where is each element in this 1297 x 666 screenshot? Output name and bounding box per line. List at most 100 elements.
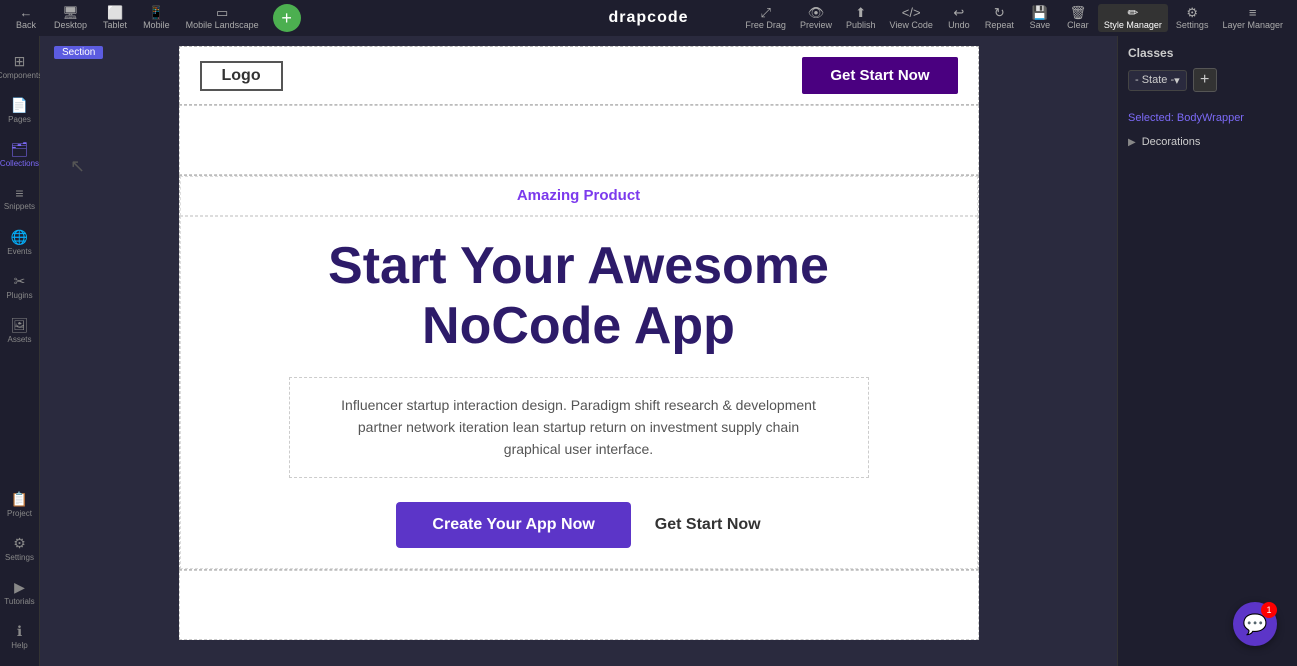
hero-content: Start Your Awesome NoCode App Influencer… <box>180 216 978 569</box>
sidebar-item-plugins[interactable]: ✂ Plugins <box>0 264 40 308</box>
sidebar-bottom: 📋 Project ⚙ Settings ▶ Tutorials ℹ Help <box>0 482 40 658</box>
components-icon: ⊞ <box>14 53 26 70</box>
back-button[interactable]: ← Back <box>8 4 44 32</box>
add-class-icon: + <box>1200 71 1209 89</box>
logo-text: Logo <box>222 67 261 84</box>
chevron-right-icon: ▶ <box>1128 137 1136 148</box>
right-panel-title: Classes <box>1128 46 1287 60</box>
clear-button[interactable]: 🗑 Clear <box>1060 4 1096 32</box>
create-app-button[interactable]: Create Your App Now <box>396 502 630 548</box>
logo-box: Logo <box>200 61 283 91</box>
help-label: Help <box>11 642 27 650</box>
save-icon: 💾 <box>1032 6 1048 19</box>
desktop-button[interactable]: 🖥 Desktop <box>48 4 93 32</box>
free-drag-label: Free Drag <box>745 20 786 30</box>
sidebar-item-project[interactable]: 📋 Project <box>0 482 40 526</box>
layer-manager-label: Layer Manager <box>1222 20 1283 30</box>
back-label: Back <box>16 20 36 30</box>
amazing-label: Amazing Product <box>517 187 640 204</box>
bottom-section <box>179 570 979 640</box>
tablet-button[interactable]: ⬜ Tablet <box>97 4 133 32</box>
plugins-label: Plugins <box>6 292 32 300</box>
sidebar-item-components[interactable]: ⊞ Components <box>0 44 40 88</box>
mobile-landscape-label: Mobile Landscape <box>186 20 259 30</box>
collections-icon: 🗂 <box>11 141 29 158</box>
nav-section: Logo Get Start Now <box>179 46 979 105</box>
chat-badge: 1 <box>1261 602 1277 618</box>
publish-label: Publish <box>846 20 876 30</box>
left-sidebar: ⊞ Components 📄 Pages 🗂 Collections ≡ Sni… <box>0 36 40 666</box>
toolbar-right: ⤢ Free Drag 👁 Preview ⬆ Publish </> View… <box>739 4 1289 32</box>
sidebar-item-pages[interactable]: 📄 Pages <box>0 88 40 132</box>
pages-label: Pages <box>8 116 31 124</box>
hero-buttons: Create Your App Now Get Start Now <box>396 502 760 548</box>
settings-icon: ⚙ <box>1186 6 1198 19</box>
events-icon: 🌐 <box>11 229 28 246</box>
clear-icon: 🗑 <box>1070 6 1087 19</box>
decorations-row[interactable]: ▶ Decorations <box>1128 136 1287 148</box>
sidebar-item-settings[interactable]: ⚙ Settings <box>0 526 40 570</box>
settings-sidebar-icon: ⚙ <box>13 535 26 552</box>
undo-icon: ↩ <box>953 6 964 19</box>
decorations-label: Decorations <box>1142 136 1201 148</box>
chat-bubble[interactable]: 💬 1 <box>1233 602 1277 646</box>
hero-title: Start Your Awesome NoCode App <box>328 237 829 357</box>
repeat-button[interactable]: ↻ Repeat <box>979 4 1020 32</box>
canvas-content: Logo Get Start Now Amazing Product Start… <box>179 46 979 640</box>
back-icon: ← <box>20 6 33 19</box>
sidebar-item-assets[interactable]: 🖼 Assets <box>0 308 40 352</box>
assets-label: Assets <box>7 336 31 344</box>
events-label: Events <box>7 248 31 256</box>
brand-name: drapcode <box>608 9 688 26</box>
hero-description: Influencer startup interaction design. P… <box>289 377 869 478</box>
hero-desc-text: Influencer startup interaction design. P… <box>341 397 816 458</box>
mobile-landscape-icon: ▭ <box>216 6 228 19</box>
repeat-icon: ↻ <box>994 6 1005 19</box>
layer-manager-icon: ≡ <box>1249 6 1257 19</box>
sidebar-item-tutorials[interactable]: ▶ Tutorials <box>0 570 40 614</box>
tutorials-label: Tutorials <box>4 598 34 606</box>
section-tag: Section <box>54 46 103 59</box>
layer-manager-button[interactable]: ≡ Layer Manager <box>1216 4 1289 32</box>
sidebar-item-collections[interactable]: 🗂 Collections <box>0 132 40 176</box>
sidebar-item-help[interactable]: ℹ Help <box>0 614 40 658</box>
canvas-area[interactable]: Section Logo Get Start Now Amazing Produ… <box>40 36 1117 666</box>
settings-button[interactable]: ⚙ Settings <box>1170 4 1215 32</box>
project-label: Project <box>7 510 32 518</box>
undo-button[interactable]: ↩ Undo <box>941 4 977 32</box>
tablet-label: Tablet <box>103 20 127 30</box>
collections-label: Collections <box>0 160 39 168</box>
amazing-label-row: Amazing Product <box>180 176 978 216</box>
snippets-icon: ≡ <box>15 185 23 201</box>
save-button[interactable]: 💾 Save <box>1022 4 1058 32</box>
nav-get-start-button[interactable]: Get Start Now <box>802 57 957 94</box>
mobile-icon: 📱 <box>148 6 164 19</box>
help-icon: ℹ <box>17 623 22 640</box>
cursor-icon: ↖ <box>70 156 85 177</box>
free-drag-icon: ⤢ <box>760 6 770 19</box>
state-dropdown[interactable]: - State - ▾ <box>1128 70 1187 91</box>
preview-button[interactable]: 👁 Preview <box>794 4 838 32</box>
mobile-label: Mobile <box>143 20 170 30</box>
publish-button[interactable]: ⬆ Publish <box>840 4 882 32</box>
sidebar-item-events[interactable]: 🌐 Events <box>0 220 40 264</box>
empty-section <box>179 105 979 175</box>
project-icon: 📋 <box>11 491 28 508</box>
view-code-button[interactable]: </> View Code <box>883 4 938 32</box>
add-class-button[interactable]: + <box>1193 68 1217 92</box>
mobile-landscape-button[interactable]: ▭ Mobile Landscape <box>180 4 265 32</box>
sidebar-item-snippets[interactable]: ≡ Snippets <box>0 176 40 220</box>
desktop-label: Desktop <box>54 20 87 30</box>
brand: drapcode <box>608 9 688 27</box>
free-drag-button[interactable]: ⤢ Free Drag <box>739 4 792 32</box>
add-element-button[interactable]: + <box>273 4 301 32</box>
hero-get-start-link[interactable]: Get Start Now <box>655 516 761 534</box>
mobile-button[interactable]: 📱 Mobile <box>137 4 176 32</box>
selected-info: Selected: BodyWrapper <box>1128 112 1287 124</box>
clear-label: Clear <box>1067 20 1089 30</box>
style-manager-button[interactable]: ✏ Style Manager <box>1098 4 1168 32</box>
tablet-icon: ⬜ <box>107 6 123 19</box>
plugins-icon: ✂ <box>14 273 26 290</box>
toolbar-left: ← Back 🖥 Desktop ⬜ Tablet 📱 Mobile ▭ Mob… <box>8 4 305 32</box>
repeat-label: Repeat <box>985 20 1014 30</box>
